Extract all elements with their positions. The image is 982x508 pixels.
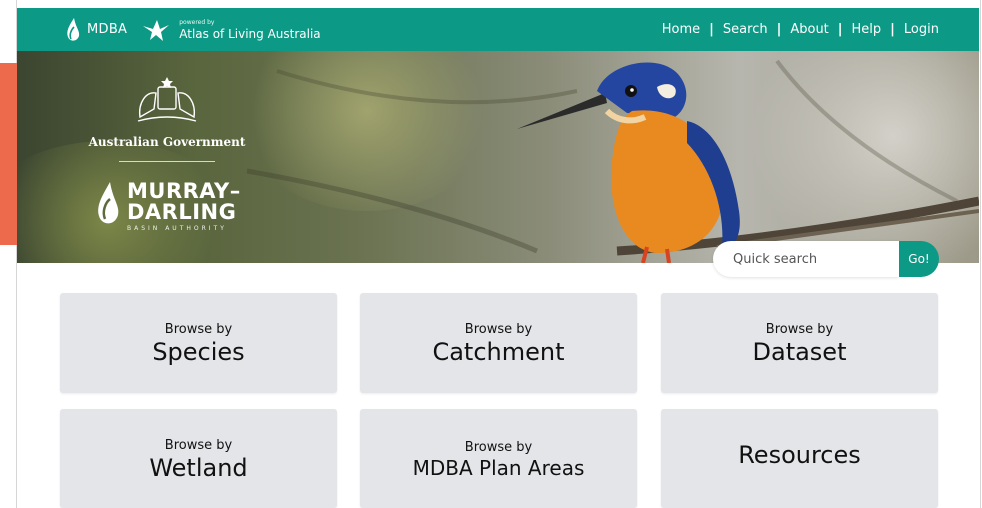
coat-of-arms-icon: [137, 77, 197, 122]
browse-dataset-tile[interactable]: Browse by Dataset: [661, 293, 938, 393]
browse-plan-areas-tile[interactable]: Browse by MDBA Plan Areas: [360, 409, 637, 508]
logo-divider: [119, 161, 215, 162]
tile-title: Catchment: [432, 338, 565, 366]
ala-powered-by: powered by: [179, 18, 215, 26]
nav-separator: |: [709, 22, 714, 37]
nav-links: Home | Search | About | Help | Login: [662, 8, 939, 51]
nav-link-help[interactable]: Help: [852, 22, 882, 37]
brand[interactable]: MDBA powered by Atlas of Living Australi…: [65, 8, 321, 51]
tile-title: Dataset: [752, 338, 847, 366]
nav-link-login[interactable]: Login: [904, 22, 939, 37]
water-drop-icon: [98, 182, 119, 224]
quick-search-input[interactable]: [713, 241, 899, 277]
nav-separator: |: [776, 22, 782, 37]
quick-search: Go!: [713, 241, 939, 277]
browse-catchment-tile[interactable]: Browse by Catchment: [360, 293, 637, 393]
nav-separator: |: [837, 22, 843, 37]
tile-title: Species: [152, 338, 245, 366]
tile-subtitle: Browse by: [164, 322, 233, 337]
nav-link-search[interactable]: Search: [723, 22, 768, 37]
browse-species-tile[interactable]: Browse by Species: [60, 293, 337, 393]
hero-banner: Australian Government MURRAY– DARLING BA…: [17, 51, 979, 263]
tile-subtitle: Browse by: [464, 440, 533, 455]
browse-wetland-tile[interactable]: Browse by Wetland: [60, 409, 337, 508]
ala-name: Atlas of Living Australia: [179, 26, 321, 41]
water-drop-icon: [67, 17, 80, 41]
brand-name: MDBA: [87, 22, 128, 37]
nav-link-about[interactable]: About: [790, 22, 828, 37]
ala-bird-icon: [143, 19, 170, 41]
ala-logo: powered by Atlas of Living Australia: [179, 18, 321, 41]
side-tab: [0, 63, 17, 245]
tile-subtitle: Browse by: [164, 438, 233, 453]
mdba-line1: MURRAY–: [127, 179, 241, 203]
tile-subtitle: Browse by: [765, 322, 834, 337]
tile-title: Wetland: [149, 454, 248, 482]
kingfisher-image: [517, 62, 740, 263]
australian-government-logo: Australian Government: [77, 73, 257, 162]
mdba-line3: BASIN AUTHORITY: [127, 225, 227, 232]
nav-link-home[interactable]: Home: [662, 22, 700, 37]
tile-title: Resources: [738, 441, 861, 469]
mdba-line2: DARLING: [127, 200, 237, 224]
tile-title: MDBA Plan Areas: [412, 456, 585, 480]
nav-separator: |: [890, 22, 895, 37]
mdba-logo: MURRAY– DARLING BASIN AUTHORITY: [95, 181, 241, 232]
tile-subtitle: Browse by: [464, 322, 533, 337]
top-navbar: MDBA powered by Atlas of Living Australi…: [17, 8, 979, 51]
quick-search-go-button[interactable]: Go!: [899, 241, 939, 277]
government-name: Australian Government: [88, 135, 246, 149]
resources-tile[interactable]: Resources: [661, 409, 938, 508]
